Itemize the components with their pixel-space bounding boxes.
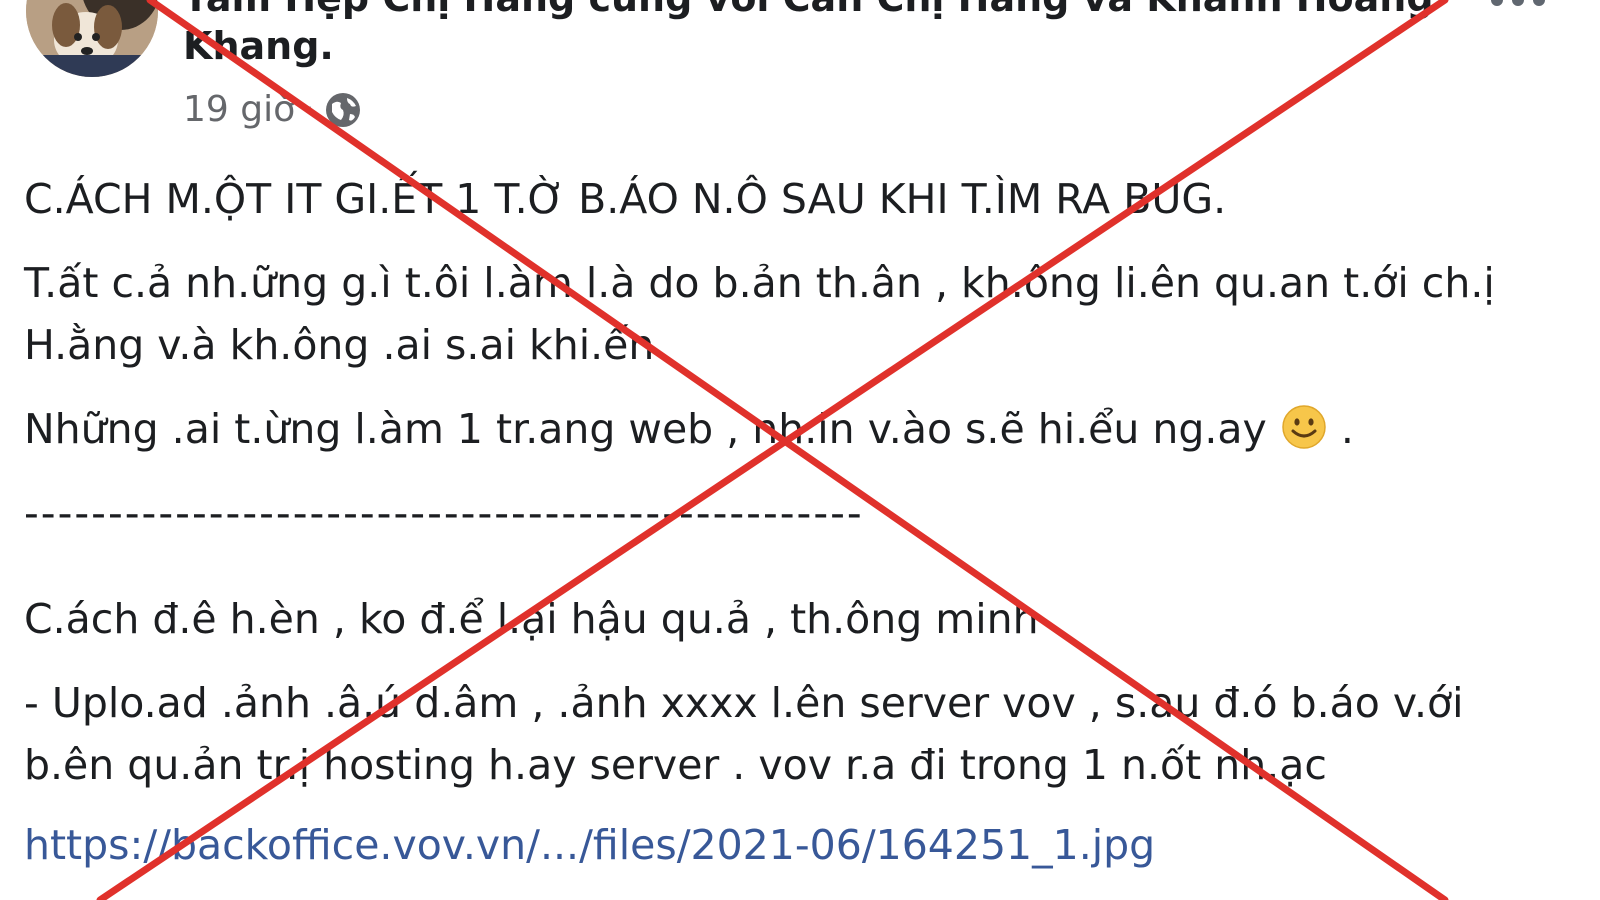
author-name-tail[interactable]: Khang. <box>183 22 334 70</box>
post-paragraph: Những .ai t.ừng l.àm 1 tr.ang web , nh.i… <box>24 398 1544 460</box>
post-paragraph-end: . <box>1340 405 1354 453</box>
post-paragraph: C.ách đ.ê h.èn , ko đ.ể l.ại hậu qu.ả , … <box>24 595 1039 643</box>
post-paragraph: - Uplo.ad .ảnh .â.ú d.âm , .ảnh xxxx l.ê… <box>24 679 1464 789</box>
post-title: C.ÁCH M.ỘT IT GI.ẾT 1 T.Ờ B.ÁO N.Ô SAU K… <box>24 175 1227 223</box>
more-options-icon[interactable] <box>1491 0 1545 6</box>
post-header-names[interactable]: Tâm Hẹp Chị Hằng cùng với Cẩn Chị Hằng v… <box>183 0 1434 20</box>
smile-icon <box>1280 403 1328 451</box>
avatar[interactable] <box>26 0 158 77</box>
post-paragraph: T.ất c.ả nh.ững g.ì t.ôi l.àm l.à do b.ả… <box>24 259 1495 369</box>
post-timestamp[interactable]: 19 giờ <box>183 86 295 134</box>
meta-separator: · <box>303 89 315 130</box>
text-divider: ----------------------------------------… <box>24 489 864 537</box>
post-paragraph-text: Những .ai t.ừng l.àm 1 tr.ang web , nh.i… <box>24 405 1267 453</box>
post-body: C.ÁCH M.ỘT IT GI.ẾT 1 T.Ờ B.ÁO N.Ô SAU K… <box>24 168 1544 876</box>
post-meta: 19 giờ · <box>183 86 363 134</box>
post-header-text[interactable]: Tâm Hẹp Chị Hằng cùng với Cẩn Chị Hằng v… <box>183 0 1434 20</box>
globe-icon[interactable] <box>323 90 363 130</box>
post-link[interactable]: https://backoffice.vov.vn/.../files/2021… <box>24 814 1155 876</box>
